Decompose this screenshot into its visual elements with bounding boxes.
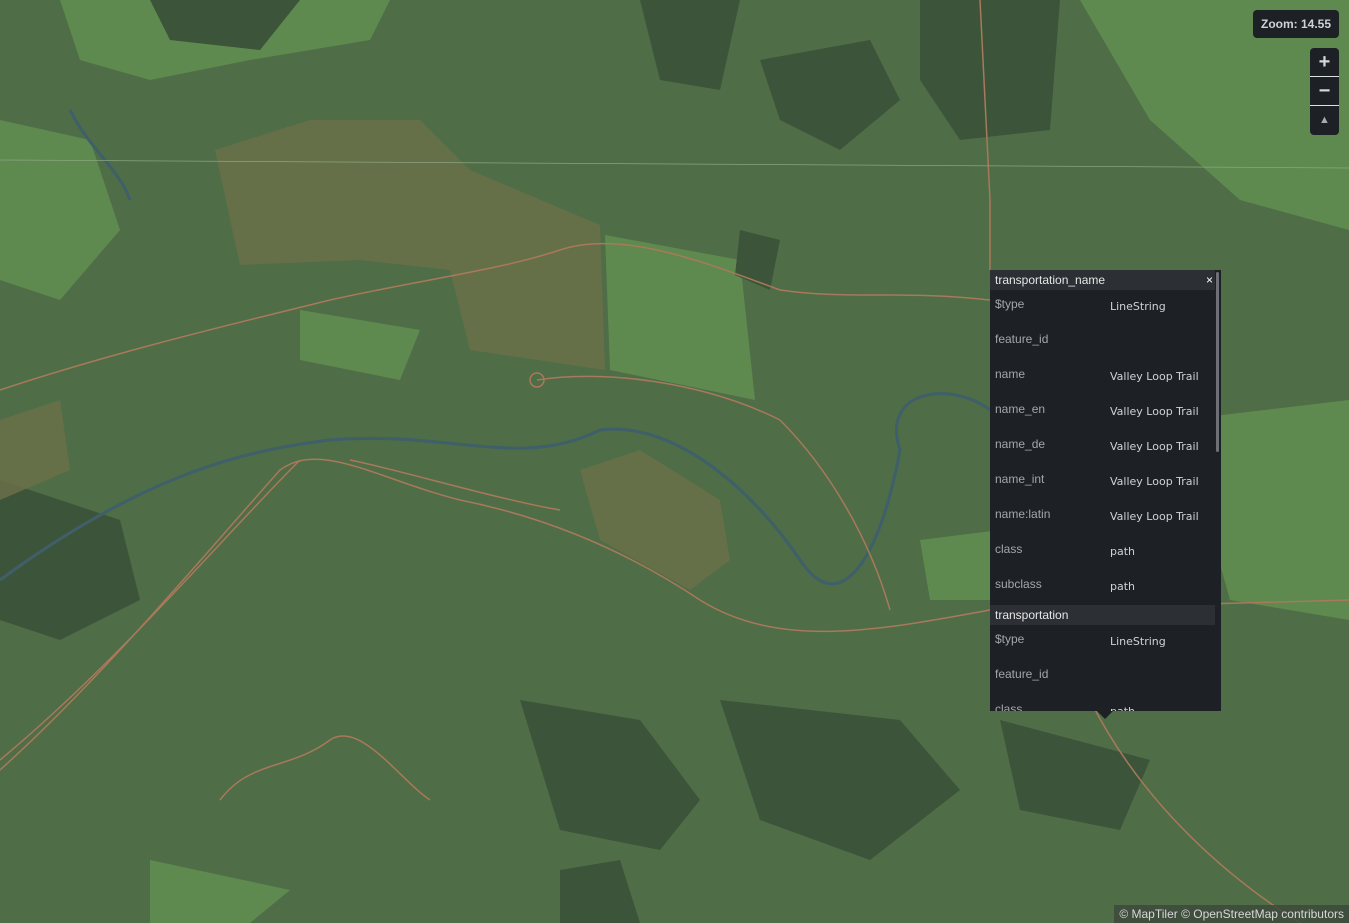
feature-inspect-popup[interactable]: transportation_name × $type LineString fea…	[990, 270, 1221, 711]
minus-icon: −	[1318, 79, 1331, 102]
property-row: feature_id	[990, 660, 1215, 695]
zoom-level-badge: Zoom: 14.55	[1253, 10, 1339, 38]
property-value: path	[1110, 580, 1136, 593]
property-row: class path	[990, 695, 1215, 711]
compass-button[interactable]: ▲	[1310, 106, 1339, 134]
property-key: name_en	[995, 402, 1046, 416]
property-row: name_en Valley Loop Trail	[990, 395, 1215, 430]
section-header: transportation_name ×	[990, 270, 1215, 290]
property-value: Valley Loop Trail	[1110, 510, 1199, 523]
section-title: transportation	[995, 608, 1069, 622]
zoom-out-button[interactable]: −	[1310, 77, 1339, 106]
plus-icon: +	[1318, 50, 1331, 73]
property-key: name_de	[995, 437, 1046, 451]
property-value: path	[1110, 545, 1136, 558]
property-value: Valley Loop Trail	[1110, 405, 1199, 418]
forest-areas	[0, 0, 1150, 923]
property-value: Valley Loop Trail	[1110, 440, 1199, 453]
property-key: name	[995, 367, 1026, 381]
property-key: name:latin	[995, 507, 1051, 521]
property-key: $type	[995, 297, 1025, 311]
property-key: subclass	[995, 577, 1042, 591]
property-row: name:latin Valley Loop Trail	[990, 500, 1215, 535]
property-value: Valley Loop Trail	[1110, 475, 1199, 488]
section-header: transportation	[990, 605, 1215, 625]
compass-icon: ▲	[1319, 114, 1330, 126]
property-key: name_int	[995, 472, 1045, 486]
attribution[interactable]: © MapTiler © OpenStreetMap contributors	[1114, 905, 1349, 923]
popup-tip	[1097, 711, 1113, 719]
property-value: path	[1110, 705, 1135, 711]
property-key: class	[995, 542, 1023, 556]
property-row: subclass path	[990, 570, 1215, 605]
navigation-controls: + − ▲	[1310, 48, 1339, 135]
property-value: LineString	[1110, 300, 1166, 313]
property-row: feature_id	[990, 325, 1215, 360]
property-row: $type LineString	[990, 290, 1215, 325]
property-row: class path	[990, 535, 1215, 570]
property-row: name_int Valley Loop Trail	[990, 465, 1215, 500]
property-row: name Valley Loop Trail	[990, 360, 1215, 395]
property-row: $type LineString	[990, 625, 1215, 660]
property-row: name_de Valley Loop Trail	[990, 430, 1215, 465]
property-value: LineString	[1110, 635, 1166, 648]
property-key: $type	[995, 632, 1025, 646]
popup-scrollbar[interactable]	[1216, 272, 1219, 452]
property-value: Valley Loop Trail	[1110, 370, 1199, 383]
section-title: transportation_name	[995, 273, 1106, 287]
close-button[interactable]: ×	[1206, 270, 1213, 290]
property-key: class	[995, 702, 1023, 711]
property-key: feature_id	[995, 332, 1049, 346]
zoom-in-button[interactable]: +	[1310, 48, 1339, 77]
property-key: feature_id	[995, 667, 1049, 681]
